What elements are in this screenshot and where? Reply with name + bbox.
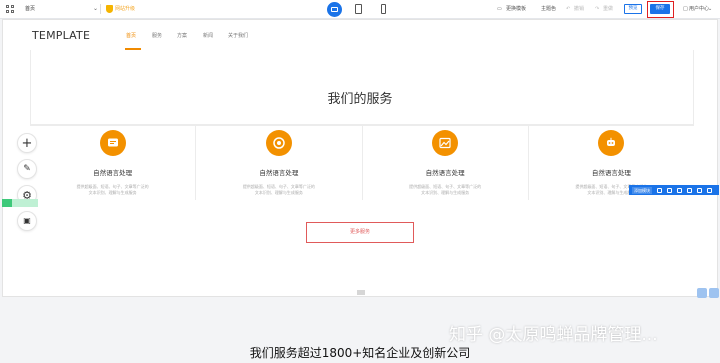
- redo-icon: ↷: [595, 6, 600, 12]
- module-floating-toolbar: 添加模块: [629, 185, 719, 195]
- add-module-button[interactable]: 添加模块: [632, 186, 652, 194]
- user-icon: □: [683, 6, 688, 12]
- desktop-view-button[interactable]: [327, 2, 342, 17]
- page-select[interactable]: 首页 ⌄: [23, 3, 98, 15]
- undo-button[interactable]: 撤销: [574, 7, 584, 12]
- card-description: 提供超级面、短语、句子、文章等广泛的文本识别、理解与生成服务: [409, 184, 482, 195]
- image-icon: [432, 130, 459, 156]
- card-title: 自然语言处理: [259, 169, 299, 177]
- service-card[interactable]: 自然语言处理 提供超级面、短语、句子、文章等广泛的文本识别、理解与生成服务: [30, 126, 197, 200]
- save-button[interactable]: 保存: [650, 4, 670, 14]
- nav-item-home[interactable]: 首页: [126, 32, 136, 39]
- more-services-button[interactable]: 更多服务: [306, 222, 414, 243]
- upgrade-button[interactable]: 网站升级: [106, 4, 135, 14]
- chat-icon: [99, 130, 126, 156]
- site-navbar: TEMPLATE 首页 服务 方案 新闻 关于我们: [30, 20, 694, 50]
- nav-item-services[interactable]: 服务: [152, 32, 162, 39]
- tablet-view-icon[interactable]: [355, 4, 362, 14]
- card-description: 提供超级面、短语、句子、文章等广泛的文本识别、理解与生成服务: [76, 184, 149, 195]
- settings-icon[interactable]: [667, 187, 672, 193]
- editor-canvas: TEMPLATE 首页 服务 方案 新闻 关于我们 我们的服务 自然语言处理 提…: [2, 19, 719, 298]
- undo-icon: ↶: [566, 6, 571, 12]
- add-element-button[interactable]: +: [17, 133, 37, 153]
- layer-icon[interactable]: [697, 288, 707, 298]
- nav-item-solutions[interactable]: 方案: [177, 32, 187, 39]
- user-center-button[interactable]: 用户中心: [689, 7, 709, 12]
- copy-icon[interactable]: [707, 187, 712, 193]
- target-icon: [265, 130, 292, 156]
- card-title: 自然语言处理: [425, 169, 465, 177]
- resize-handle[interactable]: [357, 290, 365, 295]
- message-icon[interactable]: ▣: [17, 211, 37, 231]
- brush-icon[interactable]: ✎: [17, 159, 37, 179]
- upgrade-label: 网站升级: [115, 6, 136, 12]
- move-icon[interactable]: [677, 187, 682, 193]
- section-marker-tab: [12, 199, 38, 207]
- service-card[interactable]: 自然语言处理 提供超级面、短语、句子、文章等广泛的文本识别、理解与生成服务: [196, 126, 363, 200]
- theme-color-button[interactable]: 主题色: [541, 7, 556, 12]
- chevron-down-icon: ⌄: [708, 6, 713, 12]
- watermark: 知乎 @太原鸣蝉品牌管理...: [449, 325, 658, 345]
- add-icon[interactable]: [697, 187, 702, 193]
- editor-toolbar: 首页 ⌄ 网站升级 ▭ 更换模板 主题色 ↶ 撤销 ↷ 重做 预览 保存 □ 用…: [0, 0, 720, 19]
- page-select-value: 首页: [25, 6, 36, 12]
- card-title: 自然语言处理: [93, 169, 133, 177]
- video-subtitle: 我们服务超过1800+知名企业及创新公司: [249, 346, 471, 360]
- chevron-down-icon: ⌄: [92, 5, 98, 12]
- monitor-icon: [331, 7, 338, 12]
- arrow-up-icon[interactable]: [687, 187, 692, 193]
- card-description: 提供超级面、短语、句子、文章等广泛的文本识别、理解与生成服务: [242, 184, 315, 195]
- preview-button[interactable]: 预览: [624, 4, 642, 14]
- nav-item-about[interactable]: 关于我们: [228, 32, 248, 39]
- expand-icon[interactable]: [709, 288, 719, 298]
- robot-icon: [598, 130, 625, 156]
- site-logo[interactable]: TEMPLATE: [32, 29, 90, 42]
- service-cards: 自然语言处理 提供超级面、短语、句子、文章等广泛的文本识别、理解与生成服务 自然…: [30, 125, 694, 200]
- section-title: 我们的服务: [327, 92, 393, 107]
- template-icon: ▭: [497, 6, 502, 12]
- nav-item-news[interactable]: 新闻: [203, 32, 213, 39]
- toolbar-divider: [100, 4, 101, 14]
- card-title: 自然语言处理: [591, 169, 631, 177]
- shield-icon: [106, 5, 113, 13]
- mobile-view-icon[interactable]: [381, 4, 386, 14]
- apps-grid-icon[interactable]: [6, 5, 14, 13]
- section-marker: [2, 199, 12, 207]
- service-card[interactable]: 自然语言处理 提供超级面、短语、句子、文章等广泛的文本识别、理解与生成服务: [363, 126, 529, 200]
- redo-button[interactable]: 重做: [603, 7, 613, 12]
- edit-icon[interactable]: [657, 187, 662, 193]
- replace-template-button[interactable]: 更换模板: [506, 7, 526, 12]
